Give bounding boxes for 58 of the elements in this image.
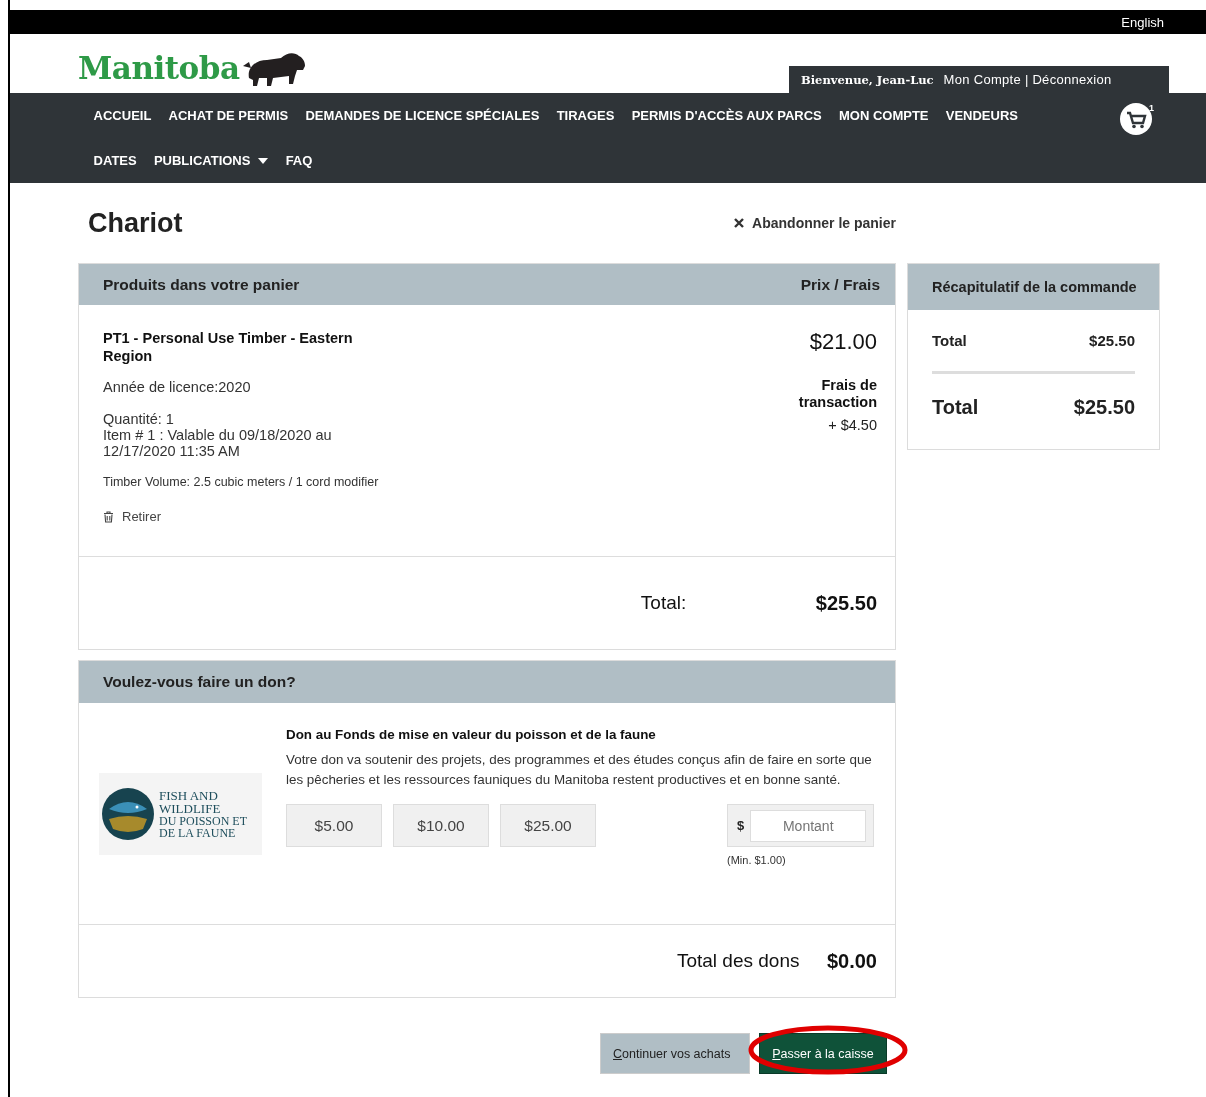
product-name: PT1 - Personal Use Timber - Eastern Region [103, 329, 354, 365]
nav-link[interactable]: VENDEURS [937, 93, 1027, 138]
donation-total-amount: $0.00 [826, 949, 877, 973]
logo-text: WILDLIFE [159, 802, 222, 815]
amount-field[interactable]: $ Montant [727, 804, 874, 847]
nav-link[interactable]: ACHAT DE PERMIS [159, 93, 297, 138]
logo-text: DE LA FAUNE [159, 827, 237, 839]
nav-link[interactable]: DATES [85, 138, 146, 183]
page-title: Chariot [88, 207, 183, 239]
quantity-text: Quantité: 1 [103, 411, 175, 427]
logo-text: FISH AND [159, 789, 219, 802]
volume-text: Timber Volume: 2.5 cubic meters / 1 cord modifier [103, 475, 380, 489]
logo-text: DU POISSON ET [159, 815, 247, 827]
subtotal-label: Total [932, 332, 967, 349]
donation-heading: Voulez-vous faire un don? [103, 673, 296, 691]
nav-link[interactable]: MON COMPTE [830, 93, 938, 138]
summary-total-amount: $25.50 [1073, 396, 1135, 419]
logout-link[interactable]: Déconnexion [1032, 72, 1112, 87]
minimum-note: (Min. $1.00) [727, 854, 787, 866]
nav-link[interactable]: PERMIS D'ACCÈS AUX PARCS [623, 93, 831, 138]
language-link[interactable]: English [1121, 14, 1164, 30]
validity-text: Item # 1 : Valable du 09/18/2020 au 12/17/2020 11:35 AM [103, 427, 333, 459]
abandon-cart-link[interactable]: Abandonner le panier [734, 215, 896, 231]
remove-link[interactable]: Retirer [103, 509, 403, 524]
total-label: Total: [640, 592, 688, 614]
amount-button[interactable]: $5.00 [286, 804, 382, 847]
amount-button[interactable]: $10.00 [393, 804, 489, 847]
donation-total-label: Total des dons [676, 950, 801, 972]
cart-count: 1 [1149, 103, 1154, 113]
logo-wordmark: Manitoba [78, 49, 240, 86]
trash-icon [103, 510, 114, 523]
summary-total-label: Total [932, 396, 979, 419]
licence-year: Année de licence:2020 [103, 379, 252, 395]
cart-button[interactable]: 1 [1118, 103, 1154, 135]
item-price: $21.00 [809, 329, 877, 355]
account-link[interactable]: Mon Compte [943, 72, 1022, 87]
caret-icon [258, 157, 269, 164]
total-amount: $25.50 [815, 591, 877, 615]
welcome-text: Bienvenue, Jean-Luc [801, 72, 934, 87]
subtotal-amount: $25.50 [1089, 332, 1135, 349]
close-icon [734, 218, 745, 228]
nav-link[interactable]: FAQ [277, 138, 321, 183]
currency-symbol: $ [737, 818, 745, 833]
nav-link[interactable]: TIRAGES [548, 93, 624, 138]
donation-description: Votre don va soutenir des projets, des programmes et des études conçus afin de faire en sorte que les pêcheries et les ressources fauniques du Manitoba restent productives et en bonne santé. [286, 751, 873, 789]
fee-label: Frais de transaction [797, 377, 877, 411]
separator: | [1025, 72, 1029, 87]
continue-shopping-button[interactable]: Continuer vos achats [600, 1033, 750, 1074]
price-heading: Prix / Frais [800, 275, 880, 294]
nav-link[interactable]: ACCUEIL [85, 93, 160, 138]
summary-heading: Récapitulatif de la commande [932, 279, 1137, 295]
nav-link[interactable]: PUBLICATIONS [145, 138, 278, 183]
fee-amount: + $4.50 [828, 417, 877, 433]
cart-icon [1120, 103, 1152, 135]
donation-title: Don au Fonds de mise en valeur du poisson et de la faune [286, 727, 657, 742]
nav-link[interactable]: DEMANDES DE LICENCE SPÉCIALES [296, 93, 549, 138]
amount-button[interactable]: $25.00 [500, 804, 596, 847]
cart-heading: Produits dans votre panier [103, 275, 300, 294]
